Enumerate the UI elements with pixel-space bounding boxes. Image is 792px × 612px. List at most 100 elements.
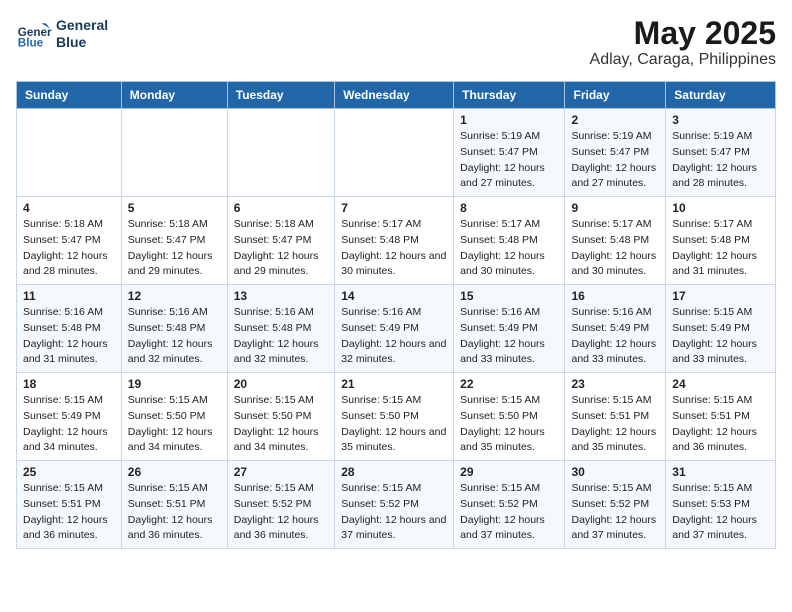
day-info: Sunrise: 5:15 AMSunset: 5:52 PMDaylight:… xyxy=(234,481,328,544)
calendar-cell xyxy=(17,109,122,197)
calendar-cell: 13Sunrise: 5:16 AMSunset: 5:48 PMDayligh… xyxy=(227,285,334,373)
col-header-tuesday: Tuesday xyxy=(227,82,334,109)
col-header-wednesday: Wednesday xyxy=(335,82,454,109)
title-block: May 2025 Adlay, Caraga, Philippines xyxy=(590,16,776,69)
day-info: Sunrise: 5:15 AMSunset: 5:51 PMDaylight:… xyxy=(672,393,769,456)
day-info: Sunrise: 5:18 AMSunset: 5:47 PMDaylight:… xyxy=(234,217,328,280)
day-number: 1 xyxy=(460,113,558,127)
calendar-week-row: 1 Sunrise: 5:19 AMSunset: 5:47 PMDaylight… xyxy=(17,109,776,197)
day-info: Sunrise: 5:15 AMSunset: 5:51 PMDaylight:… xyxy=(571,393,659,456)
day-info: Sunrise: 5:18 AMSunset: 5:47 PMDaylight:… xyxy=(128,217,221,280)
calendar-cell xyxy=(227,109,334,197)
calendar-cell: 24 Sunrise: 5:15 AMSunset: 5:51 PMDayligh… xyxy=(666,373,776,461)
col-header-thursday: Thursday xyxy=(454,82,565,109)
col-header-sunday: Sunday xyxy=(17,82,122,109)
calendar-cell: 7 Sunrise: 5:17 AMSunset: 5:48 PMDaylight… xyxy=(335,197,454,285)
day-number: 10 xyxy=(672,201,769,215)
day-info: Sunrise: 5:15 AMSunset: 5:53 PMDaylight:… xyxy=(672,481,769,544)
calendar-cell: 12Sunrise: 5:16 AMSunset: 5:48 PMDayligh… xyxy=(121,285,227,373)
calendar-week-row: 11 Sunrise: 5:16 AMSunset: 5:48 PMDayligh… xyxy=(17,285,776,373)
day-info: Sunrise: 5:15 AMSunset: 5:52 PMDaylight:… xyxy=(460,481,558,544)
day-number: 17 xyxy=(672,289,769,303)
col-header-friday: Friday xyxy=(565,82,666,109)
calendar-header-row: SundayMondayTuesdayWednesdayThursdayFrid… xyxy=(17,82,776,109)
day-info: Sunrise: 5:19 AMSunset: 5:47 PMDaylight:… xyxy=(460,129,558,192)
day-info: Sunrise: 5:18 AMSunset: 5:47 PMDaylight:… xyxy=(23,217,115,280)
calendar-cell: 25 Sunrise: 5:15 AMSunset: 5:51 PMDayligh… xyxy=(17,461,122,549)
calendar-cell: 15 Sunrise: 5:16 AMSunset: 5:49 PMDayligh… xyxy=(454,285,565,373)
calendar-cell: 28Sunrise: 5:15 AMSunset: 5:52 PMDayligh… xyxy=(335,461,454,549)
calendar-cell: 18Sunrise: 5:15 AMSunset: 5:49 PMDayligh… xyxy=(17,373,122,461)
calendar-cell xyxy=(335,109,454,197)
calendar-week-row: 4 Sunrise: 5:18 AMSunset: 5:47 PMDaylight… xyxy=(17,197,776,285)
calendar-cell: 29 Sunrise: 5:15 AMSunset: 5:52 PMDayligh… xyxy=(454,461,565,549)
day-info: Sunrise: 5:15 AMSunset: 5:49 PMDaylight:… xyxy=(672,305,769,368)
day-info: Sunrise: 5:17 AMSunset: 5:48 PMDaylight:… xyxy=(672,217,769,280)
day-info: Sunrise: 5:16 AMSunset: 5:48 PMDaylight:… xyxy=(23,305,115,368)
page-header: General Blue GeneralBlue May 2025 Adlay,… xyxy=(16,16,776,69)
calendar-week-row: 25 Sunrise: 5:15 AMSunset: 5:51 PMDayligh… xyxy=(17,461,776,549)
calendar-cell: 3Sunrise: 5:19 AMSunset: 5:47 PMDaylight… xyxy=(666,109,776,197)
calendar-cell: 20 Sunrise: 5:15 AMSunset: 5:50 PMDayligh… xyxy=(227,373,334,461)
calendar-cell: 26 Sunrise: 5:15 AMSunset: 5:51 PMDayligh… xyxy=(121,461,227,549)
day-number: 18 xyxy=(23,377,115,391)
day-number: 15 xyxy=(460,289,558,303)
day-number: 3 xyxy=(672,113,769,127)
calendar-cell: 4 Sunrise: 5:18 AMSunset: 5:47 PMDaylight… xyxy=(17,197,122,285)
logo: General Blue GeneralBlue xyxy=(16,16,108,52)
calendar-cell: 16 Sunrise: 5:16 AMSunset: 5:49 PMDayligh… xyxy=(565,285,666,373)
logo-line2: Blue xyxy=(56,34,108,51)
logo-text: GeneralBlue xyxy=(56,17,108,51)
day-number: 24 xyxy=(672,377,769,391)
day-number: 19 xyxy=(128,377,221,391)
calendar-subtitle: Adlay, Caraga, Philippines xyxy=(590,51,776,69)
calendar-cell: 27 Sunrise: 5:15 AMSunset: 5:52 PMDayligh… xyxy=(227,461,334,549)
day-info: Sunrise: 5:15 AMSunset: 5:50 PMDaylight:… xyxy=(341,393,447,456)
day-info: Sunrise: 5:16 AMSunset: 5:49 PMDaylight:… xyxy=(460,305,558,368)
day-info: Sunrise: 5:16 AMSunset: 5:49 PMDaylight:… xyxy=(571,305,659,368)
calendar-cell xyxy=(121,109,227,197)
day-info: Sunrise: 5:16 AMSunset: 5:49 PMDaylight:… xyxy=(341,305,447,368)
day-number: 16 xyxy=(571,289,659,303)
day-info: Sunrise: 5:17 AMSunset: 5:48 PMDaylight:… xyxy=(571,217,659,280)
day-number: 22 xyxy=(460,377,558,391)
day-info: Sunrise: 5:19 AMSunset: 5:47 PMDaylight:… xyxy=(571,129,659,192)
day-number: 30 xyxy=(571,465,659,479)
day-info: Sunrise: 5:15 AMSunset: 5:50 PMDaylight:… xyxy=(234,393,328,456)
day-number: 29 xyxy=(460,465,558,479)
day-info: Sunrise: 5:15 AMSunset: 5:51 PMDaylight:… xyxy=(128,481,221,544)
day-number: 11 xyxy=(23,289,115,303)
calendar-cell: 6 Sunrise: 5:18 AMSunset: 5:47 PMDaylight… xyxy=(227,197,334,285)
calendar-cell: 23Sunrise: 5:15 AMSunset: 5:51 PMDayligh… xyxy=(565,373,666,461)
calendar-cell: 8Sunrise: 5:17 AMSunset: 5:48 PMDaylight… xyxy=(454,197,565,285)
day-number: 4 xyxy=(23,201,115,215)
svg-text:Blue: Blue xyxy=(18,37,44,50)
day-number: 14 xyxy=(341,289,447,303)
day-number: 27 xyxy=(234,465,328,479)
day-info: Sunrise: 5:15 AMSunset: 5:52 PMDaylight:… xyxy=(341,481,447,544)
calendar-cell: 19Sunrise: 5:15 AMSunset: 5:50 PMDayligh… xyxy=(121,373,227,461)
day-number: 26 xyxy=(128,465,221,479)
calendar-cell: 31Sunrise: 5:15 AMSunset: 5:53 PMDayligh… xyxy=(666,461,776,549)
day-info: Sunrise: 5:15 AMSunset: 5:50 PMDaylight:… xyxy=(460,393,558,456)
day-number: 5 xyxy=(128,201,221,215)
day-number: 13 xyxy=(234,289,328,303)
day-number: 7 xyxy=(341,201,447,215)
day-number: 6 xyxy=(234,201,328,215)
calendar-cell: 1 Sunrise: 5:19 AMSunset: 5:47 PMDaylight… xyxy=(454,109,565,197)
day-info: Sunrise: 5:15 AMSunset: 5:51 PMDaylight:… xyxy=(23,481,115,544)
calendar-cell: 9Sunrise: 5:17 AMSunset: 5:48 PMDaylight… xyxy=(565,197,666,285)
calendar-cell: 22 Sunrise: 5:15 AMSunset: 5:50 PMDayligh… xyxy=(454,373,565,461)
logo-line1: General xyxy=(56,17,108,34)
logo-icon: General Blue xyxy=(16,16,52,52)
day-number: 25 xyxy=(23,465,115,479)
calendar-title: May 2025 xyxy=(590,16,776,51)
calendar-cell: 11 Sunrise: 5:16 AMSunset: 5:48 PMDayligh… xyxy=(17,285,122,373)
calendar-cell: 14 Sunrise: 5:16 AMSunset: 5:49 PMDayligh… xyxy=(335,285,454,373)
calendar-cell: 30Sunrise: 5:15 AMSunset: 5:52 PMDayligh… xyxy=(565,461,666,549)
calendar-cell: 10 Sunrise: 5:17 AMSunset: 5:48 PMDayligh… xyxy=(666,197,776,285)
day-info: Sunrise: 5:17 AMSunset: 5:48 PMDaylight:… xyxy=(341,217,447,280)
calendar-table: SundayMondayTuesdayWednesdayThursdayFrid… xyxy=(16,81,776,549)
calendar-week-row: 18Sunrise: 5:15 AMSunset: 5:49 PMDayligh… xyxy=(17,373,776,461)
day-number: 20 xyxy=(234,377,328,391)
